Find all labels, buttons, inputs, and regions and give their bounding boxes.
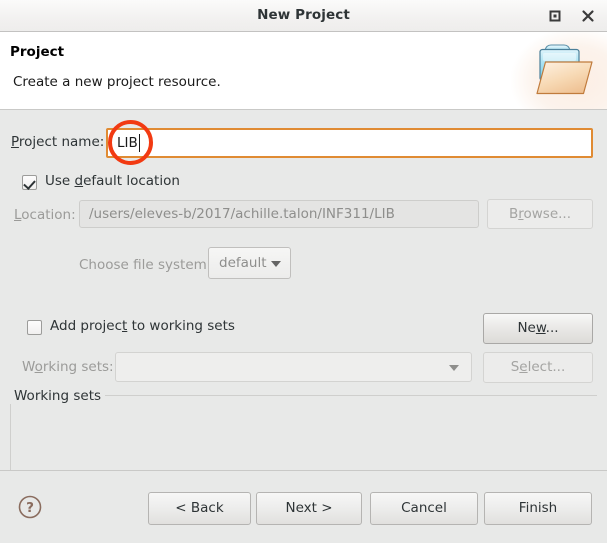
project-name-label: Project name: [11,134,105,150]
chevron-down-icon [449,365,459,371]
checkbox-box-unchecked [27,320,42,335]
title-bar: New Project [0,0,607,32]
select-label: Select... [510,359,566,375]
page-description: Create a new project resource. [13,74,221,90]
new-working-set-button[interactable]: New... [483,313,593,344]
select-working-set-button[interactable]: Select... [483,352,593,383]
use-default-location-label: Use default location [45,173,180,189]
location-label: Location: [14,207,76,223]
window-title: New Project [257,7,350,23]
new-label: New... [517,320,559,336]
back-button[interactable]: < Back [148,492,251,525]
working-sets-label: Working sets: [22,359,114,375]
working-sets-combo[interactable] [115,352,472,382]
dialog-body: Project name: LIB Use default location L… [0,110,607,517]
add-to-working-sets-label: Add project to working sets [50,318,235,334]
back-label: < Back [175,500,224,516]
project-name-input[interactable]: LIB [106,128,593,158]
browse-label: Browse... [508,206,572,222]
next-button[interactable]: Next > [256,492,362,525]
cancel-button[interactable]: Cancel [370,492,478,525]
file-system-combo[interactable]: default [208,247,291,279]
file-system-value: default [219,255,267,271]
help-circle-icon[interactable]: ? [17,494,43,520]
page-title: Project [10,44,65,60]
project-name-value: LIB [117,135,138,151]
file-system-label: Choose file system: [79,257,212,273]
cancel-label: Cancel [401,500,447,516]
finish-button[interactable]: Finish [484,492,592,525]
open-folder-icon [511,32,607,109]
finish-label: Finish [518,500,558,516]
close-icon[interactable] [578,6,598,26]
text-caret [138,134,140,152]
checkbox-box-checked [22,175,37,190]
working-sets-group-label: Working sets [10,388,106,404]
dialog-header: Project Create a new project resource. [0,32,607,110]
chevron-down-icon [271,261,281,267]
location-value: /users/eleves-b/2017/achille.talon/INF31… [89,206,395,222]
new-project-dialog: New Project Project Create a new project… [0,0,607,543]
location-input: /users/eleves-b/2017/achille.talon/INF31… [79,200,479,228]
maximize-icon[interactable] [545,6,565,26]
project-name-row: Project name: LIB [0,128,607,158]
browse-button[interactable]: Browse... [487,199,593,229]
svg-text:?: ? [26,500,34,516]
next-label: Next > [285,500,333,516]
